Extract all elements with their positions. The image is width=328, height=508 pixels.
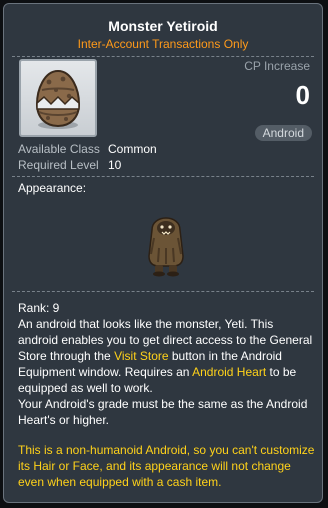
- cp-increase-value: 0: [295, 80, 310, 110]
- type-badge: Android: [254, 125, 312, 141]
- appearance-label: Appearance:: [18, 181, 87, 195]
- cp-increase-label: CP Increase: [244, 59, 310, 73]
- divider-appearance: [12, 291, 314, 292]
- item-description: Rank: 9 An android that looks like the m…: [18, 300, 316, 428]
- required-level-label: Required Level: [18, 158, 99, 172]
- divider-top: [12, 56, 314, 57]
- android-heart-keyword: Android Heart: [192, 365, 267, 379]
- yeti-sprite: [148, 217, 184, 277]
- item-name: Monster Yetiroid: [108, 18, 218, 34]
- available-class-label: Available Class: [18, 142, 100, 156]
- divider-stats: [12, 176, 314, 177]
- item-tooltip: Monster Yetiroid Inter-Account Transacti…: [3, 3, 323, 503]
- visit-store-keyword: Visit Store: [114, 349, 169, 363]
- available-class-value: Common: [108, 142, 157, 156]
- item-icon-frame: [19, 59, 97, 137]
- non-humanoid-warning: This is a non-humanoid Android, so you c…: [18, 443, 315, 489]
- description-text: An android that looks like the monster, …: [18, 316, 316, 396]
- grade-note: Your Android's grade must be the same as…: [18, 397, 308, 427]
- required-level-value: 10: [108, 158, 122, 172]
- trade-restriction: Inter-Account Transactions Only: [77, 37, 249, 51]
- egg-icon: [35, 69, 81, 129]
- rank-text: Rank: 9: [18, 301, 60, 315]
